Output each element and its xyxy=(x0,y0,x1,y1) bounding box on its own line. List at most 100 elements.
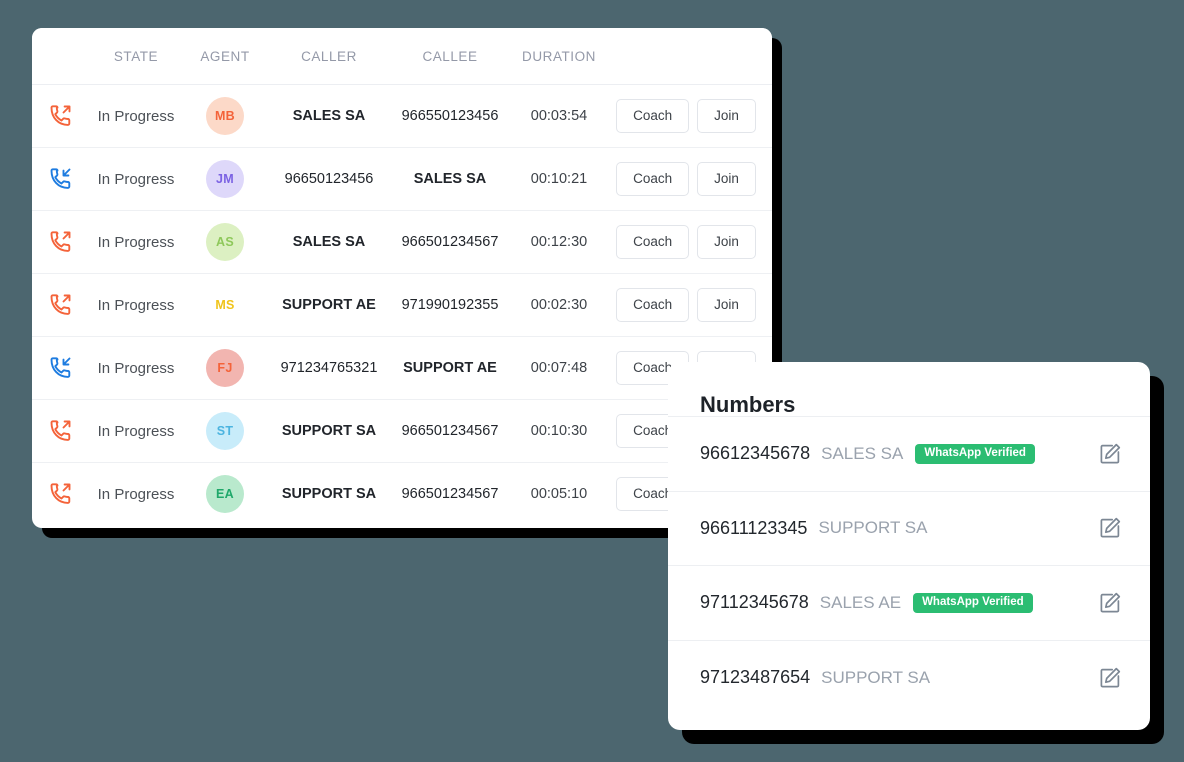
callee-cell: 966501234567 xyxy=(390,463,510,526)
agent-cell: EA xyxy=(182,463,268,526)
column-header-agent: AGENT xyxy=(182,28,268,85)
phone-number: 96612345678 xyxy=(700,443,811,464)
caller-value: SUPPORT AE xyxy=(282,297,376,313)
outbound-call-icon xyxy=(48,483,74,505)
table-row[interactable]: In Progress FJ 971234765321 SUPPORT AE 00:07… xyxy=(32,337,772,400)
call-state: In Progress xyxy=(97,170,175,188)
edit-pencil-icon[interactable] xyxy=(1098,591,1122,615)
number-label: SUPPORT SA xyxy=(821,667,931,687)
outbound-call-icon xyxy=(48,294,74,315)
number-label: SALES SA xyxy=(821,443,904,463)
caller-value: SUPPORT SA xyxy=(281,486,377,503)
inbound-call-icon xyxy=(48,357,74,378)
call-direction-cell xyxy=(32,463,90,526)
phone-number: 97123487654 xyxy=(700,667,811,688)
table-row[interactable]: In Progress ST SUPPORT SA 966501234567 00:10… xyxy=(32,400,772,463)
avatar: FJ xyxy=(206,349,244,387)
caller-cell: SUPPORT SA xyxy=(268,400,390,463)
caller-value: SUPPORT SA xyxy=(281,423,377,439)
phone-number: 96611123345 xyxy=(700,517,808,538)
duration-cell: 00:03:54 xyxy=(510,85,608,148)
phone-number: 97112345678 xyxy=(700,592,809,613)
list-item[interactable]: 96611123345 SUPPORT SA xyxy=(668,492,1150,566)
agent-cell: MS xyxy=(182,274,268,337)
caller-cell: SALES SA xyxy=(268,211,390,274)
avatar: JM xyxy=(206,160,244,198)
caller-cell: SALES SA xyxy=(268,85,390,148)
call-duration: 00:10:21 xyxy=(530,171,588,187)
join-button[interactable]: Join xyxy=(697,99,756,133)
inbound-call-icon xyxy=(48,168,74,189)
duration-cell: 00:07:48 xyxy=(510,337,608,400)
caller-cell: 96650123456 xyxy=(268,148,390,211)
row-actions: CoachJoin xyxy=(608,148,772,211)
edit-pencil-icon[interactable] xyxy=(1098,442,1122,466)
call-state: In Progress xyxy=(97,107,175,125)
outbound-call-icon xyxy=(48,231,74,252)
caller-cell: SUPPORT AE xyxy=(268,274,390,337)
call-state: In Progress xyxy=(97,359,175,377)
table-row[interactable]: In Progress MS SUPPORT AE 971990192355 00:02… xyxy=(32,274,772,337)
duration-cell: 00:10:30 xyxy=(510,400,608,463)
callee-cell: SALES SA xyxy=(390,148,510,211)
number-label: SUPPORT SA xyxy=(818,518,928,538)
callee-value: 966501234567 xyxy=(401,234,499,250)
coach-button[interactable]: Coach xyxy=(616,225,690,259)
table-row[interactable]: In Progress JM 96650123456 SALES SA 00:10:21… xyxy=(32,148,772,211)
list-item[interactable]: 96612345678 SALES SA WhatsApp Verified xyxy=(668,417,1150,492)
duration-cell: 00:05:10 xyxy=(510,463,608,526)
column-header-actions xyxy=(608,28,772,85)
call-duration: 00:07:48 xyxy=(530,360,588,376)
avatar: MS xyxy=(215,298,235,312)
coach-button[interactable]: Coach xyxy=(616,99,690,133)
callee-value: SALES SA xyxy=(413,171,487,187)
list-item[interactable]: 97123487654 SUPPORT SA xyxy=(668,641,1150,716)
caller-value: 96650123456 xyxy=(284,171,374,187)
table-header: STATE AGENT CALLER CALLEE DURATION xyxy=(32,28,772,85)
callee-cell: 966501234567 xyxy=(390,211,510,274)
outbound-call-icon xyxy=(48,420,74,441)
column-header-callee: CALLEE xyxy=(390,28,510,85)
call-direction-cell xyxy=(32,274,90,337)
join-button[interactable]: Join xyxy=(697,162,756,196)
numbers-list: 96612345678 SALES SA WhatsApp Verified 9661… xyxy=(668,416,1150,715)
call-direction-cell xyxy=(32,211,90,274)
table-row[interactable]: In Progress MB SALES SA 966550123456 00:03:5… xyxy=(32,85,772,148)
join-button[interactable]: Join xyxy=(697,288,756,322)
list-item[interactable]: 97112345678 SALES AE WhatsApp Verified xyxy=(668,566,1150,641)
call-state: In Progress xyxy=(97,485,175,503)
row-actions: CoachJoin xyxy=(608,274,772,337)
callee-value: 966501234567 xyxy=(401,486,499,503)
numbers-panel-title: Numbers xyxy=(700,392,796,417)
callee-cell: 966550123456 xyxy=(390,85,510,148)
coach-button[interactable]: Coach xyxy=(616,162,690,196)
callee-value: 971990192355 xyxy=(401,297,499,313)
avatar: EA xyxy=(206,475,244,514)
coach-button[interactable]: Coach xyxy=(616,288,690,322)
avatar: MB xyxy=(206,97,244,135)
call-direction-cell xyxy=(32,400,90,463)
call-duration: 00:03:54 xyxy=(530,108,588,124)
agent-cell: MB xyxy=(182,85,268,148)
edit-pencil-icon[interactable] xyxy=(1098,666,1122,690)
join-button[interactable]: Join xyxy=(697,225,756,259)
edit-pencil-icon[interactable] xyxy=(1098,516,1122,540)
call-state: In Progress xyxy=(97,422,175,440)
status-badge: WhatsApp Verified xyxy=(915,443,1035,464)
column-header-duration: DURATION xyxy=(510,28,608,85)
numbers-card: Numbers 96612345678 SALES SA WhatsApp Veri… xyxy=(668,362,1150,730)
table-row[interactable]: In Progress AS SALES SA 966501234567 00:12:3… xyxy=(32,211,772,274)
row-actions: CoachJoin xyxy=(608,85,772,148)
duration-cell: 00:02:30 xyxy=(510,274,608,337)
caller-cell: 971234765321 xyxy=(268,337,390,400)
duration-cell: 00:12:30 xyxy=(510,211,608,274)
table-row[interactable]: In Progress EA SUPPORT SA 966501234567 00:05… xyxy=(32,463,772,526)
call-duration: 00:02:30 xyxy=(530,297,588,313)
duration-cell: 00:10:21 xyxy=(510,148,608,211)
call-direction-cell xyxy=(32,337,90,400)
caller-value: SALES SA xyxy=(292,234,366,250)
call-state: In Progress xyxy=(97,233,175,251)
callee-value: 966550123456 xyxy=(401,108,499,124)
table-header-row: STATE AGENT CALLER CALLEE DURATION xyxy=(32,28,772,85)
column-header-caller: CALLER xyxy=(268,28,390,85)
